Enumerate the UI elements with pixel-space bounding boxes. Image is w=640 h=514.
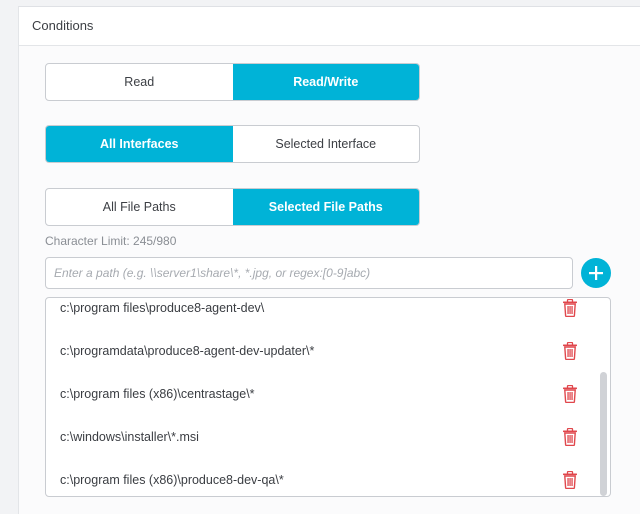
plus-icon bbox=[589, 266, 603, 280]
read-write-option[interactable]: Read/Write bbox=[232, 64, 419, 100]
add-path-button[interactable] bbox=[581, 258, 611, 288]
interface-toggle: All Interfaces Selected Interface bbox=[45, 125, 420, 163]
path-text: c:\program files (x86)\produce8-dev-qa\* bbox=[60, 472, 284, 487]
character-limit: Character Limit: 245/980 bbox=[45, 234, 177, 248]
path-text: c:\program files\produce8-agent-dev\ bbox=[60, 300, 265, 315]
path-list: c:\program files\produce8-agent-dev\ c:\p… bbox=[45, 297, 611, 497]
all-interfaces-option[interactable]: All Interfaces bbox=[46, 126, 233, 162]
list-item: c:\programdata\produce8-agent-dev-update… bbox=[46, 329, 598, 372]
list-item: c:\program files\produce8-agent-dev\ bbox=[46, 298, 598, 329]
all-file-paths-option[interactable]: All File Paths bbox=[46, 189, 233, 225]
trash-icon[interactable] bbox=[562, 341, 578, 360]
read-option[interactable]: Read bbox=[46, 64, 233, 100]
path-text: c:\programdata\produce8-agent-dev-update… bbox=[60, 343, 315, 358]
access-toggle: Read Read/Write bbox=[45, 63, 420, 101]
panel-title: Conditions bbox=[32, 18, 94, 33]
trash-icon[interactable] bbox=[562, 384, 578, 403]
trash-icon[interactable] bbox=[562, 470, 578, 489]
filepath-toggle: All File Paths Selected File Paths bbox=[45, 188, 420, 226]
path-input[interactable] bbox=[45, 257, 573, 289]
path-text: c:\program files (x86)\centrastage\* bbox=[60, 386, 255, 401]
list-item: c:\windows\installer\*.msi bbox=[46, 415, 598, 458]
panel-header: Conditions bbox=[19, 7, 640, 46]
path-text: c:\windows\installer\*.msi bbox=[60, 429, 199, 444]
selected-file-paths-option[interactable]: Selected File Paths bbox=[232, 189, 419, 225]
selected-interface-option[interactable]: Selected Interface bbox=[233, 126, 420, 162]
trash-icon[interactable] bbox=[562, 298, 578, 317]
conditions-panel: Conditions Read Read/Write All Interface… bbox=[18, 6, 640, 514]
list-item: c:\program files (x86)\centrastage\* bbox=[46, 372, 598, 415]
list-item: c:\program files (x86)\produce8-dev-qa\* bbox=[46, 458, 598, 496]
trash-icon[interactable] bbox=[562, 427, 578, 446]
list-scrollbar[interactable] bbox=[600, 372, 607, 496]
